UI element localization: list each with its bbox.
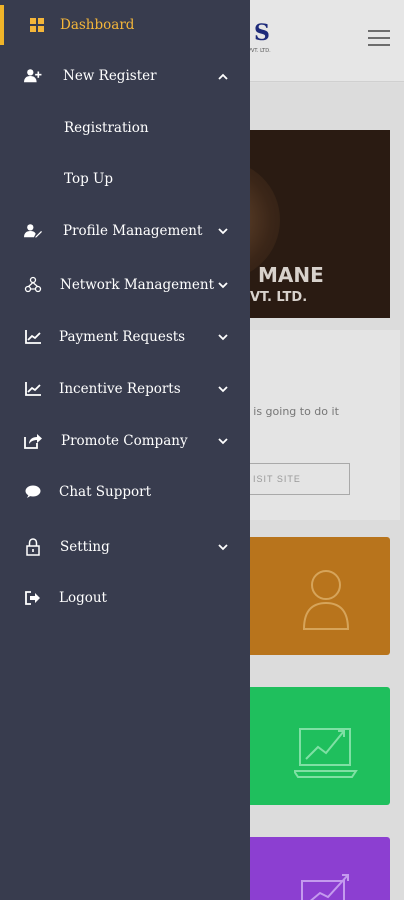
company-logo: S [254,20,271,46]
chat-bubble-icon [24,483,42,501]
chart-icon [24,380,42,398]
menu-item-new-register[interactable]: New Register [0,56,250,96]
lock-icon [24,538,42,556]
menu-item-network-management[interactable]: Network Management [0,265,250,305]
menu-item-label: Promote Company [61,433,188,449]
banner-title: MANE [258,263,324,287]
submenu-item-top-up[interactable]: Top Up [0,159,250,199]
chart-icon [24,328,42,346]
menu-item-incentive-reports[interactable]: Incentive Reports [0,369,250,409]
profile-tile[interactable] [230,537,390,655]
menu-item-label: Incentive Reports [59,381,181,397]
card-text: e is going to do it [243,405,339,418]
menu-item-chat-support[interactable]: Chat Support [0,472,250,512]
menu-item-label: Registration [64,120,149,136]
menu-item-dashboard[interactable]: Dashboard [0,5,250,45]
logout-icon [24,589,42,607]
chevron-down-icon [216,278,230,292]
company-banner: MANE VT. LTD. [230,130,390,318]
user-outline-icon [302,570,350,630]
banner-subtitle: VT. LTD. [250,290,308,305]
laptop-chart-icon [294,728,358,778]
menu-item-label: New Register [63,68,157,84]
hamburger-menu-icon[interactable] [368,30,390,48]
chevron-down-icon [216,540,230,554]
company-logo-sub: PVT. LTD. [248,48,271,54]
menu-item-label: Network Management [60,277,214,293]
menu-item-profile-management[interactable]: Profile Management [0,211,250,251]
chevron-down-icon [216,434,230,448]
menu-item-label: Chat Support [59,484,152,500]
menu-item-label: Top Up [64,171,114,187]
menu-item-label: Payment Requests [59,329,186,345]
chevron-up-icon [216,69,230,83]
menu-item-payment-requests[interactable]: Payment Requests [0,317,250,357]
menu-item-logout[interactable]: Logout [0,578,250,618]
report-tile[interactable] [230,837,390,900]
navigation-drawer: Dashboard New Register Registration Top … [0,0,250,900]
chevron-down-icon [216,382,230,396]
share-icon [24,432,42,450]
chart-up-icon [301,874,349,900]
menu-item-label: Logout [59,590,107,606]
dashboard-grid-icon [28,16,46,34]
chevron-down-icon [216,330,230,344]
menu-item-label: Profile Management [63,223,203,239]
menu-item-promote-company[interactable]: Promote Company [0,421,250,461]
user-plus-icon [24,67,42,85]
menu-item-label: Setting [60,539,110,555]
submenu-item-registration[interactable]: Registration [0,108,250,148]
user-edit-icon [24,222,42,240]
growth-tile[interactable] [230,687,390,805]
menu-item-label: Dashboard [60,17,135,33]
network-icon [24,276,42,294]
chevron-down-icon [216,224,230,238]
menu-item-setting[interactable]: Setting [0,527,250,567]
